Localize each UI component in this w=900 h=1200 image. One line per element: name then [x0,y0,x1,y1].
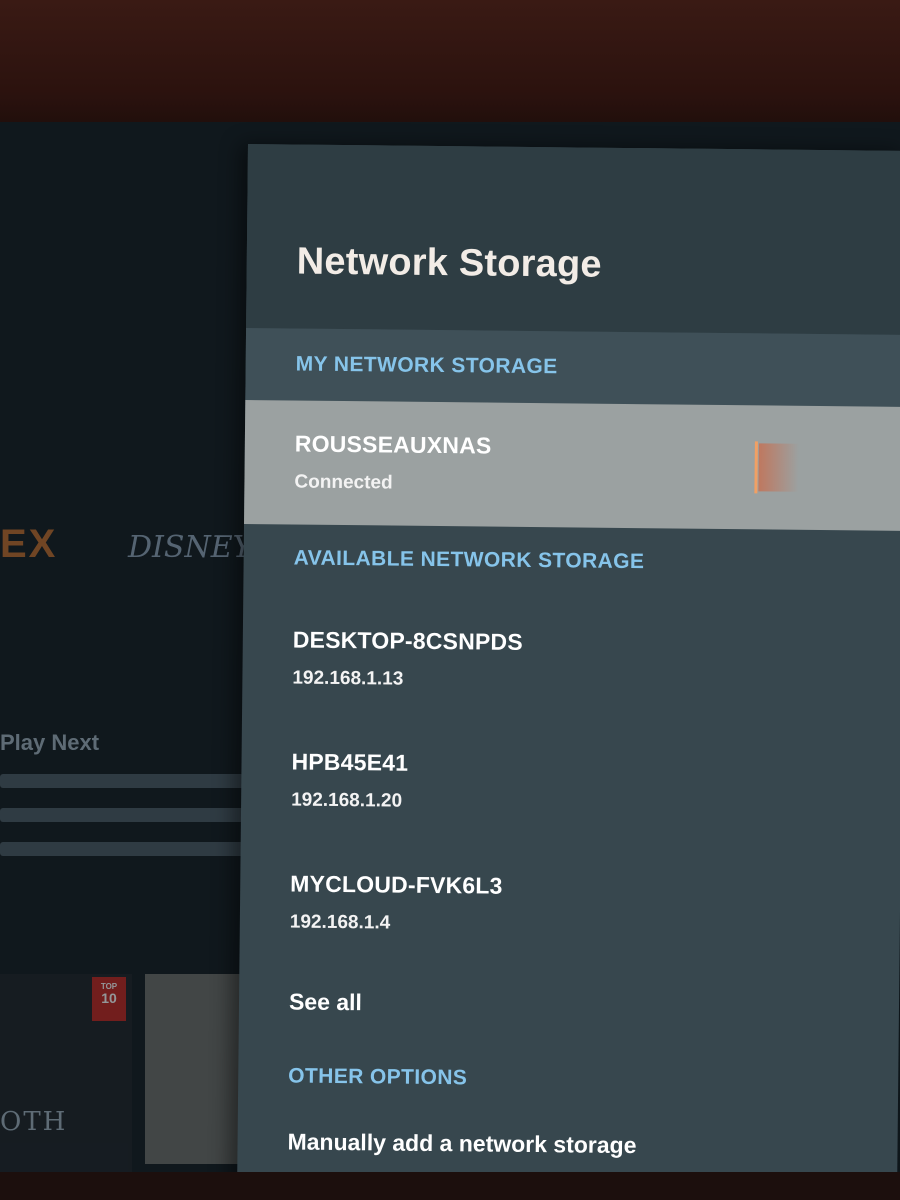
play-next-text-line [0,774,255,788]
section-header-other-options: OTHER OPTIONS [288,1064,468,1090]
device-item-desktop-8csnpds[interactable]: DESKTOP-8CSNPDS 192.168.1.13 [242,594,900,723]
device-name: DESKTOP-8CSNPDS [292,626,524,655]
play-next-title: Play Next [0,730,100,755]
device-ip: 192.168.1.13 [292,667,404,690]
room-wall [0,0,900,135]
device-name: HPB45E41 [291,748,409,776]
top10-badge: TOP 10 [92,977,126,1021]
network-storage-panel: Network Storage MY NETWORK STORAGE ROUSS… [236,144,900,1182]
focus-indicator-icon [754,441,758,494]
device-item-mycloud-fvk6l3[interactable]: MYCLOUD-FVK6L3 192.168.1.4 [239,838,900,967]
play-next-text-line [0,842,258,856]
manually-add-storage-button[interactable]: Manually add a network storage [237,1110,897,1162]
storage-name: ROUSSEAUXNAS [294,430,492,459]
panel-header: Network Storage [246,144,900,335]
device-item-hpb45e41[interactable]: HPB45E41 192.168.1.20 [241,716,900,845]
storage-status: Connected [294,471,393,494]
tv-bezel [0,1172,900,1200]
app-logo-left: EX [0,522,58,566]
tv-screen: EX DISNEY+ Play Next TOP 10 OTH Network … [0,122,900,1182]
storage-item-rousseauxnas[interactable]: ROUSSEAUXNAS Connected [244,399,900,531]
tile-title-text: OTH [0,1107,68,1137]
device-ip: 192.168.1.20 [291,789,403,812]
device-ip: 192.168.1.4 [289,911,391,934]
see-all-label: See all [288,988,363,1016]
play-next-text-line [0,808,262,822]
manually-add-storage-label: Manually add a network storage [287,1128,637,1159]
page-title: Network Storage [296,240,602,286]
focus-glow [758,443,799,492]
section-header-available-network-storage: AVAILABLE NETWORK STORAGE [293,546,645,574]
see-all-button[interactable]: See all [239,960,900,1047]
section-header-my-network-storage: MY NETWORK STORAGE [245,327,900,407]
device-name: MYCLOUD-FVK6L3 [290,870,503,899]
